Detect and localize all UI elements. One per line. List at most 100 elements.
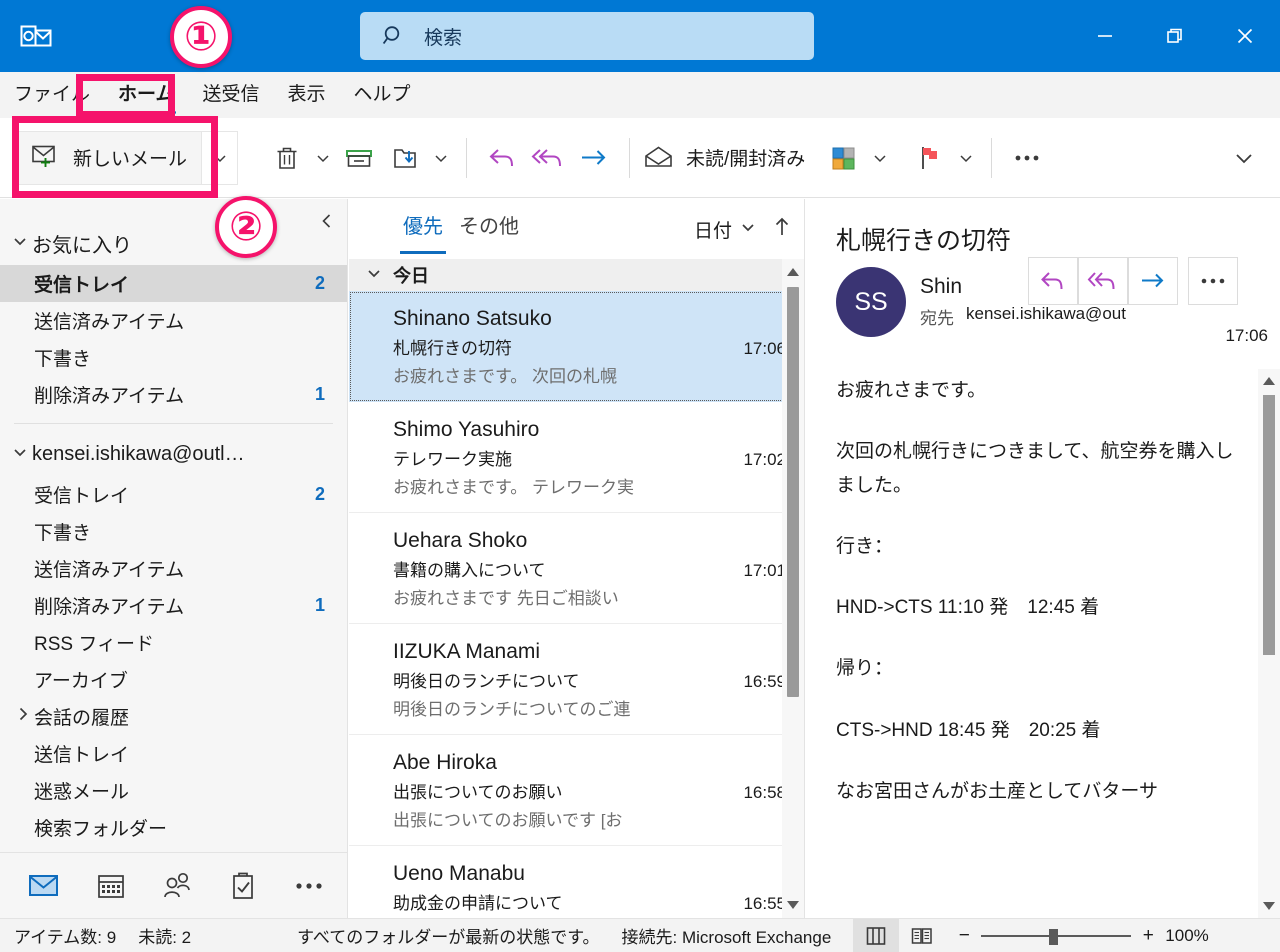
categorize-dropdown-button[interactable] <box>867 130 893 186</box>
scroll-down-arrow-icon[interactable] <box>1258 894 1280 918</box>
table-row[interactable]: Shimo Yasuhiro テレワーク実施 17:02 お疲れさまです。 テレ… <box>349 402 804 513</box>
new-mail-icon <box>31 142 61 173</box>
tab-help[interactable]: ヘルプ <box>339 72 424 118</box>
search-input[interactable]: 検索 <box>360 12 814 60</box>
normal-view-button[interactable] <box>853 918 900 952</box>
message-subject: 出張についてのお願い <box>393 783 563 802</box>
message-time: 17:01 <box>743 561 786 580</box>
restore-icon[interactable] <box>1140 0 1210 72</box>
sidebar-item-deleted-favorite[interactable]: 削除済みアイテム 1 <box>0 376 347 413</box>
item-count-label: アイテム数: 9 <box>14 928 117 947</box>
chevron-down-icon <box>213 154 226 162</box>
arrow-up-icon[interactable] <box>772 215 792 244</box>
reply-button[interactable] <box>479 130 525 186</box>
flag-dropdown-button[interactable] <box>953 130 979 186</box>
scroll-up-arrow-icon[interactable] <box>1258 369 1280 393</box>
pivot-other[interactable]: その他 <box>451 208 527 250</box>
move-to-folder-dropdown-button[interactable] <box>428 130 454 186</box>
sidebar-item-outbox[interactable]: 送信トレイ <box>0 735 347 772</box>
sidebar-item-deleted[interactable]: 削除済みアイテム 1 <box>0 587 347 624</box>
new-mail-button[interactable]: 新しいメール <box>16 130 203 185</box>
table-row[interactable]: Shinano Satsuko 札幌行きの切符 17:06 お疲れさまです。 次… <box>349 291 804 402</box>
folder-sidebar: お気に入り 受信トレイ 2 送信済みアイテム 下書き 削除済みアイテム 1 ke… <box>0 199 348 918</box>
delete-dropdown-button[interactable] <box>310 130 336 186</box>
zoom-slider-thumb[interactable] <box>1049 928 1059 945</box>
chevron-down-icon[interactable] <box>738 217 758 242</box>
delete-button[interactable] <box>264 130 310 186</box>
more-apps-icon[interactable] <box>290 867 328 905</box>
table-row[interactable]: Uehara Shoko 書籍の購入について 17:01 お疲れさまです 先日ご… <box>349 513 804 624</box>
sidebar-item-conversation-history[interactable]: 会話の履歴 <box>0 698 347 735</box>
body-paragraph: 帰り： <box>836 658 894 680</box>
sidebar-item-archive[interactable]: アーカイブ <box>0 661 347 698</box>
sidebar-group-favorites[interactable]: お気に入り <box>0 221 347 265</box>
zoom-slider[interactable] <box>981 928 1132 945</box>
recipient-label: 宛先 <box>920 309 954 328</box>
sidebar-item-rss-feeds[interactable]: RSS フィード <box>0 624 347 661</box>
sidebar-item-inbox-favorite[interactable]: 受信トレイ 2 <box>0 265 347 302</box>
zoom-out-button[interactable]: − <box>955 925 973 947</box>
message-subject: 書籍の購入について <box>393 561 546 580</box>
reply-all-button[interactable] <box>525 130 571 186</box>
tab-send-receive[interactable]: 送受信 <box>188 72 273 118</box>
table-row[interactable]: Ueno Manabu 助成金の申請について 16:55 <box>349 846 804 918</box>
scroll-up-arrow-icon[interactable] <box>782 259 804 285</box>
scroll-down-arrow-icon[interactable] <box>782 892 804 918</box>
forward-button[interactable] <box>1128 257 1178 305</box>
message-group-header-today[interactable]: 今日 <box>349 259 804 291</box>
close-icon[interactable] <box>1210 0 1280 72</box>
tab-view[interactable]: 表示 <box>273 72 339 118</box>
unread-count-label: 未読: 2 <box>138 928 192 947</box>
tab-file[interactable]: ファイル <box>0 72 104 118</box>
ellipsis-icon <box>1201 278 1225 284</box>
reply-button[interactable] <box>1028 257 1078 305</box>
tab-home[interactable]: ホーム <box>104 72 188 118</box>
sidebar-item-drafts[interactable]: 下書き <box>0 513 347 550</box>
chevron-down-icon <box>435 154 447 162</box>
mail-icon[interactable] <box>26 867 64 905</box>
people-icon[interactable] <box>158 867 196 905</box>
sidebar-item-sent[interactable]: 送信済みアイテム <box>0 550 347 587</box>
message-time: 16:59 <box>743 672 786 691</box>
calendar-icon[interactable] <box>92 867 130 905</box>
sort-control[interactable]: 日付 <box>694 215 792 244</box>
ribbon-overflow-button[interactable] <box>1004 130 1050 186</box>
sidebar-item-sent-favorite[interactable]: 送信済みアイテム <box>0 302 347 339</box>
message-list-scrollbar[interactable] <box>782 259 804 918</box>
reply-all-button[interactable] <box>1078 257 1128 305</box>
message-time: 17:06 <box>743 339 786 358</box>
message-preview: 明後日のランチについてのご連 <box>393 700 631 719</box>
flag-button[interactable] <box>907 130 953 186</box>
sync-status-label: すべてのフォルダーが最新の状態です。 <box>297 928 600 947</box>
reading-pane-scrollbar[interactable] <box>1258 369 1280 918</box>
annotation-marker-1: ① <box>170 6 232 68</box>
reply-all-icon <box>531 148 562 166</box>
table-row[interactable]: Abe Hiroka 出張についてのお願い 16:58 出張についてのお願いです… <box>349 735 804 846</box>
scrollbar-thumb[interactable] <box>787 287 799 697</box>
archive-button[interactable] <box>336 130 382 186</box>
forward-button[interactable] <box>571 130 617 186</box>
sidebar-item-label: 迷惑メール <box>34 782 130 803</box>
more-actions-button[interactable] <box>1188 257 1238 305</box>
reply-icon <box>1041 272 1063 290</box>
minimize-icon[interactable] <box>1070 0 1140 72</box>
new-mail-dropdown-button[interactable] <box>202 130 239 185</box>
chevron-right-icon[interactable] <box>14 705 32 728</box>
table-row[interactable]: IIZUKA Manami 明後日のランチについて 16:59 明後日のランチに… <box>349 624 804 735</box>
scrollbar-thumb[interactable] <box>1263 395 1275 655</box>
unread-read-button[interactable]: 未読/開封済み <box>642 130 805 186</box>
body-paragraph: なお宮田さんがお土産としてバターサ <box>836 780 1159 802</box>
sidebar-item-drafts-favorite[interactable]: 下書き <box>0 339 347 376</box>
pivot-focused[interactable]: 優先 <box>395 208 451 254</box>
move-to-folder-button[interactable] <box>382 130 428 186</box>
sidebar-item-junk-mail[interactable]: 迷惑メール <box>0 772 347 809</box>
ribbon-expand-button[interactable] <box>1220 134 1268 182</box>
reading-view-button[interactable] <box>899 919 945 952</box>
categorize-button[interactable] <box>821 130 867 186</box>
zoom-in-button[interactable]: + <box>1139 925 1157 947</box>
sidebar-group-account[interactable]: kensei.ishikawa@outl… <box>0 432 347 476</box>
tasks-icon[interactable] <box>224 867 262 905</box>
sidebar-item-inbox[interactable]: 受信トレイ 2 <box>0 476 347 513</box>
body-paragraph: 次回の札幌行きにつきまして、航空券を購入しました。 <box>836 441 1234 496</box>
sidebar-item-search-folders[interactable]: 検索フォルダー <box>0 809 347 846</box>
